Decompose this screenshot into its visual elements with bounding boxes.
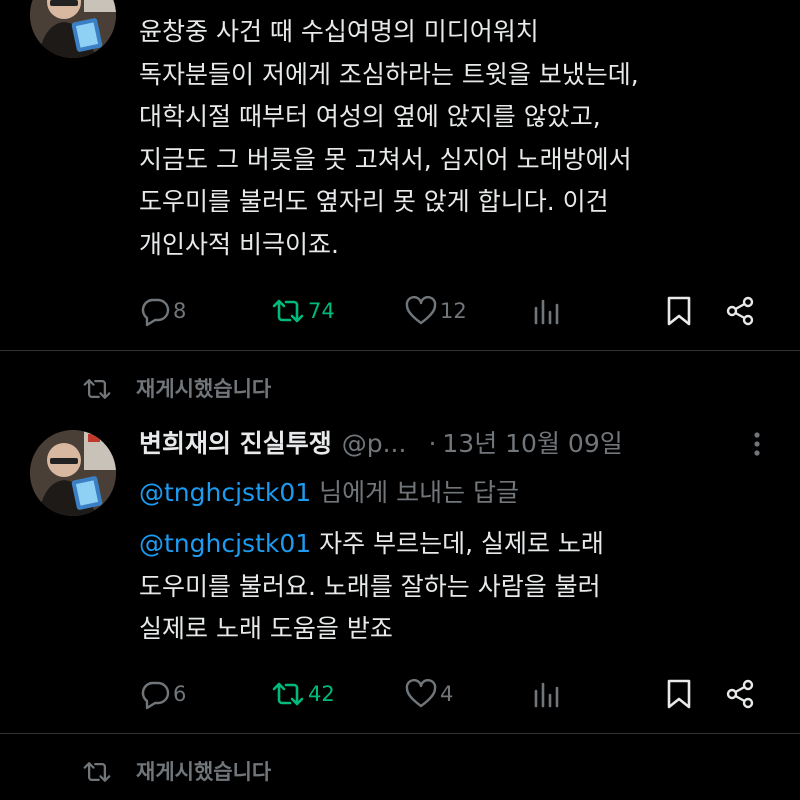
reply-context: @tnghcjstk01 님에게 보내는 답글 (139, 472, 789, 515)
bookmark-icon (667, 679, 691, 709)
reposted-label: 재게시했습니다 (136, 760, 272, 784)
bookmark-button[interactable] (665, 291, 693, 331)
avatar-image (30, 0, 116, 58)
divider (0, 733, 800, 734)
like-count: 12 (440, 299, 467, 323)
tweet[interactable]: 재게시했습니다 변희재의 진실투쟁 @p... · 13년 10월 09일 @t… (0, 352, 800, 734)
retweet-button[interactable]: 42 (270, 674, 335, 714)
retweet-icon (83, 379, 111, 399)
timeline: 윤창중 사건 때 수십여명의 미디어워치 독자분들이 저에게 조심하라는 트윗을… (0, 0, 800, 800)
more-button[interactable] (751, 423, 763, 478)
retweet-icon (272, 299, 304, 323)
bookmark-icon (667, 296, 691, 326)
tweet-text: @tnghcjstk01 자주 부르는데, 실제로 노래 도우미를 불러요. 노… (139, 523, 789, 651)
divider (0, 350, 800, 351)
reply-to-line: @tnghcjstk01 님에게 보내는 답글 (139, 472, 789, 515)
reply-count: 6 (173, 682, 187, 706)
avatar[interactable] (30, 0, 116, 58)
tweet-text-line: 독자분들이 저에게 조심하라는 트윗을 보냈는데, (139, 59, 639, 89)
share-button[interactable] (724, 291, 756, 331)
like-button[interactable]: 4 (404, 674, 453, 714)
reply-count: 8 (173, 299, 187, 323)
tweet-text-line: 개인사적 비극이죠. (139, 229, 339, 259)
author-handle[interactable]: @p... (342, 429, 407, 458)
tweet-text-line: @tnghcjstk01 자주 부르는데, 실제로 노래 (139, 523, 789, 566)
heart-icon (405, 678, 437, 708)
retweet-count: 74 (308, 299, 335, 323)
views-button[interactable] (532, 674, 562, 714)
views-icon (534, 299, 559, 325)
tweet-text-line: 도우미를 불러요. 노래를 잘하는 사람을 불러 (139, 571, 601, 601)
retweet-button[interactable]: 74 (270, 291, 335, 331)
tweet-text-line: 윤창중 사건 때 수십여명의 미디어워치 (139, 17, 539, 46)
reply-icon (141, 298, 170, 327)
views-icon (534, 682, 559, 708)
reply-to-mention[interactable]: @tnghcjstk01 (139, 478, 311, 507)
author-name[interactable]: 변희재의 진실투쟁 (139, 429, 332, 458)
retweet-icon (83, 762, 111, 782)
reply-icon (141, 681, 170, 710)
reposted-banner: 재게시했습니다 (80, 369, 271, 409)
reposted-banner: 재게시했습니다 (80, 752, 271, 792)
tweet-text-line: 도우미를 불러도 옆자리 못 앉게 합니다. 이건 (139, 187, 609, 216)
like-button[interactable]: 12 (404, 291, 467, 331)
bookmark-button[interactable] (665, 674, 693, 714)
tweet-text: 윤창중 사건 때 수십여명의 미디어워치 독자분들이 저에게 조심하라는 트윗을… (139, 11, 789, 266)
tweet-text-line: 대학시절 때부터 여성의 옆에 앉지를 않았고, (139, 102, 601, 131)
reply-to-suffix: 님에게 보내는 답글 (311, 478, 520, 507)
like-count: 4 (440, 682, 454, 706)
tweet-text-segment: 자주 부르는데, 실제로 노래 (311, 529, 604, 558)
heart-icon (405, 295, 437, 325)
tweet-header: 변희재의 진실투쟁 @p... · 13년 10월 09일 (139, 423, 789, 465)
share-button[interactable] (724, 674, 756, 714)
body-mention[interactable]: @tnghcjstk01 (139, 529, 311, 558)
reply-button[interactable]: 6 (139, 674, 186, 714)
views-button[interactable] (532, 291, 562, 331)
share-icon (726, 296, 754, 326)
retweet-icon (272, 682, 304, 706)
avatar[interactable] (30, 430, 116, 516)
share-icon (726, 679, 754, 709)
avatar-image (30, 430, 116, 516)
reposted-label: 재게시했습니다 (136, 377, 272, 401)
action-bar: 8 74 12 (0, 291, 800, 331)
separator-dot: · (428, 429, 437, 458)
more-vertical-icon (754, 432, 760, 456)
tweet-date[interactable]: 13년 10월 09일 (442, 429, 622, 458)
action-bar: 6 42 4 (0, 674, 800, 714)
retweet-count: 42 (308, 682, 335, 706)
tweet[interactable]: 윤창중 사건 때 수십여명의 미디어워치 독자분들이 저에게 조심하라는 트윗을… (0, 0, 800, 352)
tweet-text-line: 지금도 그 버릇을 못 고쳐서, 심지어 노래방에서 (139, 144, 632, 174)
tweet-text-line: 실제로 노래 도움을 받죠 (139, 614, 393, 643)
reply-button[interactable]: 8 (139, 291, 186, 331)
